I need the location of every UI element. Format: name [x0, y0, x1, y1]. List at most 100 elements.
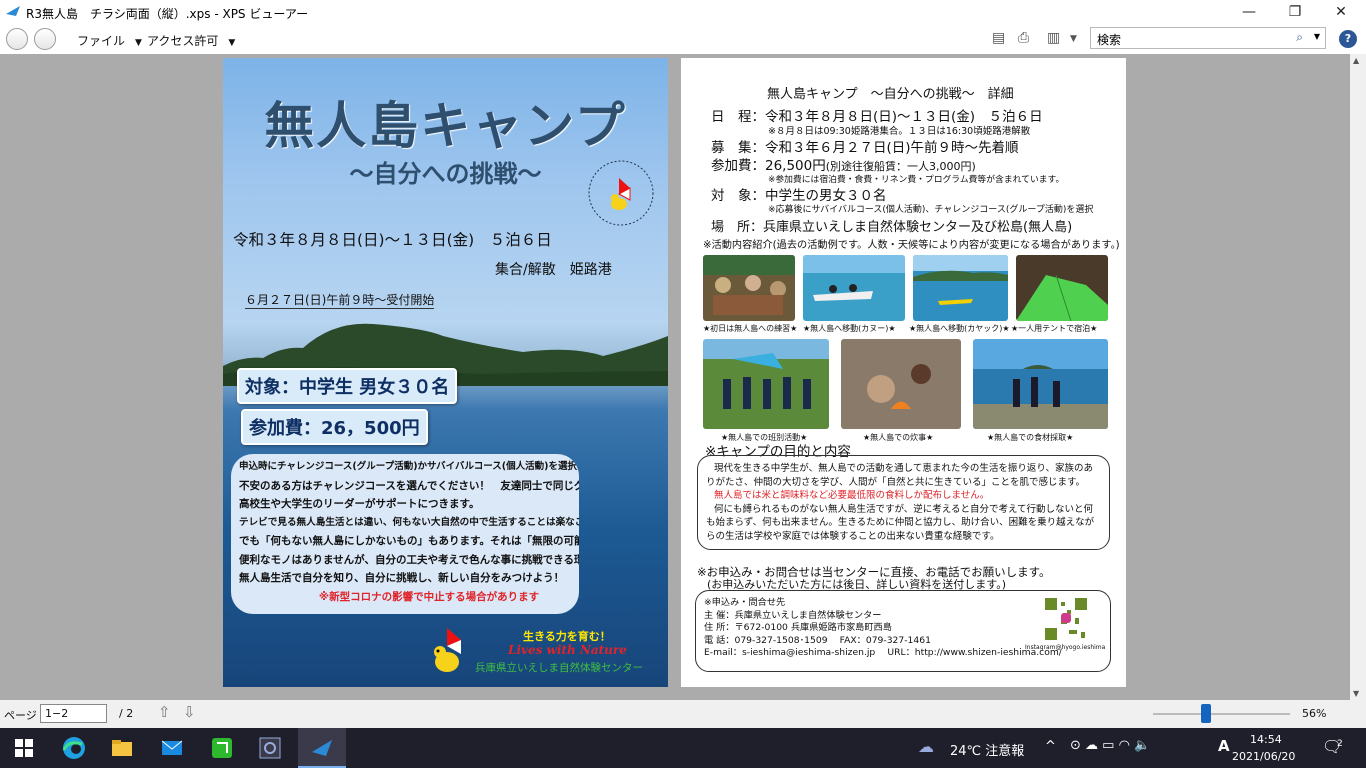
photo-canoe: [803, 255, 905, 321]
info-line: 申込時にチャレンジコース(グループ活動)かサバイバルコース(個人活動)を選択して…: [239, 461, 579, 472]
info-line: でも「何もない無人島にしかないもの」もあります。それは「無限の可能性」です。: [239, 535, 579, 547]
windows-start-icon[interactable]: [12, 736, 36, 760]
print-icon[interactable]: ⎙: [1018, 30, 1029, 46]
zoom-mode-icon[interactable]: ▥: [1047, 30, 1060, 46]
notification-count: 2: [1337, 739, 1343, 749]
logo-name: Lives with Nature: [508, 643, 627, 657]
chevron-down-icon[interactable]: ▼: [1070, 34, 1077, 44]
photo-practice: [703, 255, 795, 321]
xps-viewer-taskbar-button[interactable]: [298, 728, 346, 768]
logo-center-name: 兵庫県立いえしま自然体験センター: [475, 662, 643, 674]
page1-title: 無人島キャンプ: [264, 96, 627, 155]
menu-file[interactable]: ファイル ▼: [77, 32, 142, 49]
menu-file-label: ファイル: [77, 34, 126, 48]
info-line: 便利なモノはありませんが、自分の工夫や考えで色んな事に挑戦できる環境があります。: [239, 553, 579, 566]
recruit-row: 募 集：令和３年６月２７日(日)午前９時〜先着順: [711, 136, 1019, 156]
purpose-box: 現代を生きる中学生が、無人島での活動を通して恵まれた今の生活を振り返り、家族のあ…: [697, 455, 1110, 550]
xps-viewer-icon: [6, 6, 20, 16]
photo-kayak: [913, 255, 1008, 321]
chevron-down-icon: ▼: [135, 38, 142, 48]
row-label: 参加費：: [711, 158, 765, 174]
info-line: 無人島生活で自分を知り、自分に挑戦し、新しい自分をみつけよう！: [239, 572, 565, 584]
page1-registration-start: ６月２７日(日)午前９時〜受付開始: [245, 293, 435, 309]
photo-tent: [1016, 255, 1108, 321]
search-input[interactable]: 検索 ⌕ ▼: [1090, 27, 1326, 49]
chevron-up-icon[interactable]: ^: [1045, 739, 1056, 754]
ime-icon[interactable]: A: [1218, 737, 1230, 755]
close-button[interactable]: ✕: [1318, 0, 1364, 24]
caption: ★無人島での食材採取★: [987, 433, 1074, 442]
caption: ★初日は無人島への練習★: [703, 324, 798, 333]
page-label: ページ: [4, 709, 37, 722]
purpose-red-line: 無人島では米と調味料など必要最低限の食料しか配布しません。: [714, 490, 990, 501]
page-total: / 2: [119, 707, 134, 720]
document-page-1: 無人島キャンプ 〜自分への挑戦〜 令和３年８月８日(日)〜１３日(金) ５泊６日…: [223, 58, 668, 687]
weather-icon[interactable]: ☁: [918, 737, 934, 756]
chevron-down-icon[interactable]: ▼: [1314, 32, 1320, 41]
schedule-row: 日 程：令和３年８月８日(日)〜１３日(金) ５泊６日: [711, 105, 1043, 125]
minimize-button[interactable]: —: [1226, 0, 1272, 24]
document-viewport: [0, 54, 1350, 700]
page2-heading: 無人島キャンプ 〜自分への挑戦〜 詳細: [767, 87, 1014, 102]
menu-permissions[interactable]: アクセス許可 ▼: [147, 32, 235, 49]
chevron-down-icon: ▼: [228, 38, 236, 48]
title-bar: R3無人島 チラシ両面（縦）.xps - XPS ビューアー — ❐ ✕: [0, 0, 1366, 24]
edge-browser-icon[interactable]: [62, 736, 86, 760]
fee-label: 参加費：26，500円: [241, 409, 428, 445]
page-view-icon[interactable]: ▤: [992, 30, 1005, 46]
purpose-line: 何にも縛られるものがない無人島生活ですが、逆に考えると自分で考えて行動しないと何: [714, 503, 1094, 515]
fee-row: 参加費：26,500円(別途往復船賃：一人3,000円): [711, 154, 976, 174]
prev-page-icon[interactable]: ⇧: [158, 703, 171, 721]
zoom-level: 56%: [1302, 707, 1327, 720]
purpose-line: 現代を生きる中学生が、無人島での活動を通して恵まれた今の生活を振り返り、家族のあ: [714, 463, 1093, 474]
target-note: ※応募後にサバイバルコース(個人活動)、チャレンジコース(グループ活動)を選択: [768, 205, 1094, 215]
weather-text[interactable]: 24℃ 注意報: [950, 740, 1024, 759]
caption: ★無人島へ移動(カヌー)★: [803, 324, 896, 333]
next-page-icon[interactable]: ⇩: [183, 703, 196, 721]
purpose-line: らの生活は学校や家庭では体験することの出来ない貴重な経験です。: [706, 530, 1000, 542]
mail-icon[interactable]: [160, 736, 184, 760]
purpose-line: りがたさ、仲間の大切さを学び、人間が「自然と共に生きている」ことを肌で感じます。: [706, 476, 1086, 488]
zoom-slider-thumb[interactable]: [1201, 704, 1212, 723]
taskbar: ☁ 24℃ 注意報 ^ ⊙ ☁ ▭ ◠ 🔈 A 14:54 2021/06/20…: [0, 728, 1366, 768]
document-page-2: 無人島キャンプ 〜自分への挑戦〜 詳細 日 程：令和３年８月８日(日)〜１３日(…: [681, 58, 1126, 687]
info-line: 高校生や大学生のリーダーがサポートにつきます。: [239, 498, 480, 510]
photo-food-gathering: [973, 339, 1108, 429]
activity-note: ※活動内容紹介(過去の活動例です。人数・天候等により内容が変更になる場合がありま…: [703, 240, 1120, 251]
back-button[interactable]: [6, 28, 28, 50]
app-icon[interactable]: [258, 736, 282, 760]
clock-time[interactable]: 14:54: [1250, 733, 1282, 746]
maximize-button[interactable]: ❐: [1272, 0, 1318, 24]
system-tray-icons[interactable]: ⊙ ☁ ▭ ◠ 🔈: [1070, 738, 1150, 753]
photo-group-activity: [703, 339, 829, 429]
center-seal-logo: [588, 160, 654, 226]
clock-date[interactable]: 2021/06/20: [1232, 750, 1295, 763]
page1-meeting-place: 集合/解散 姫路港: [495, 262, 612, 278]
target-label: 対象：中学生 男女３０名: [237, 368, 458, 404]
info-box: 申込時にチャレンジコース(グループ活動)かサバイバルコース(個人活動)を選択して…: [231, 454, 579, 614]
target-row: 対 象：中学生の男女３０名: [711, 184, 887, 204]
caption: ★無人島へ移動(カヤック)★: [909, 324, 1010, 333]
caption: ★一人用テントで宿泊★: [1011, 324, 1098, 333]
instagram-handle: Instagram@hyogo.ieshima: [1025, 644, 1106, 651]
caption: ★無人島での炊事★: [863, 433, 934, 442]
logo-tagline: 生きる力を育む！: [523, 630, 611, 643]
menu-permissions-label: アクセス許可: [147, 34, 219, 48]
green-app-icon[interactable]: [210, 736, 234, 760]
window-title: R3無人島 チラシ両面（縦）.xps - XPS ビューアー: [26, 7, 309, 21]
row-label: 場 所：: [711, 220, 764, 235]
scroll-up-icon[interactable]: ▲: [1353, 56, 1359, 65]
qr-code: [1043, 596, 1089, 642]
zoom-slider-track[interactable]: [1153, 713, 1290, 715]
forward-button[interactable]: [34, 28, 56, 50]
info-line: 不安のある方はチャレンジコースを選んでください！ 友達同士で同じグループもOK！: [239, 479, 579, 492]
page-number-input[interactable]: 1−2: [40, 704, 107, 723]
help-button[interactable]: ?: [1339, 30, 1357, 48]
row-label: 対 象：: [711, 188, 765, 204]
vertical-scrollbar[interactable]: ▲ ▼: [1350, 54, 1366, 700]
search-icon[interactable]: ⌕: [1296, 30, 1303, 45]
purpose-line: も始まらず、何も出来ません。生きるために仲間と協力し、助け合い、困難を乗り越えな…: [706, 517, 1095, 528]
mascot-logo: [434, 628, 461, 672]
scroll-down-icon[interactable]: ▼: [1353, 689, 1359, 698]
file-explorer-icon[interactable]: [110, 736, 134, 760]
